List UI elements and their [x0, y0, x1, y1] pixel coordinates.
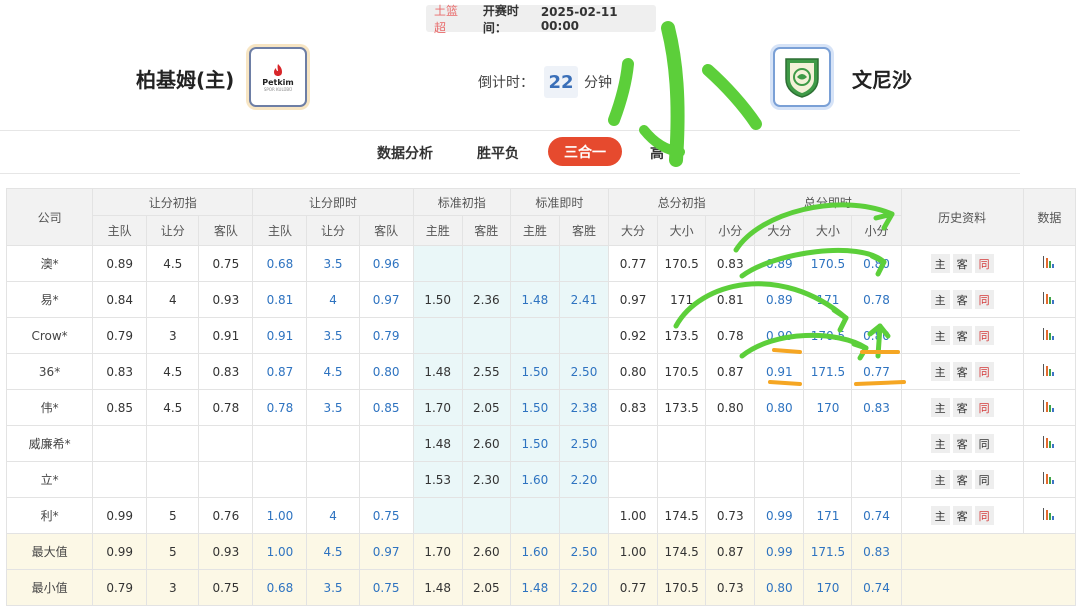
handwriting-overlay: 小 — [608, 21, 906, 386]
handwritten-character — [608, 21, 762, 167]
marker-underlines — [768, 348, 906, 386]
marker-arrows — [673, 202, 895, 361]
